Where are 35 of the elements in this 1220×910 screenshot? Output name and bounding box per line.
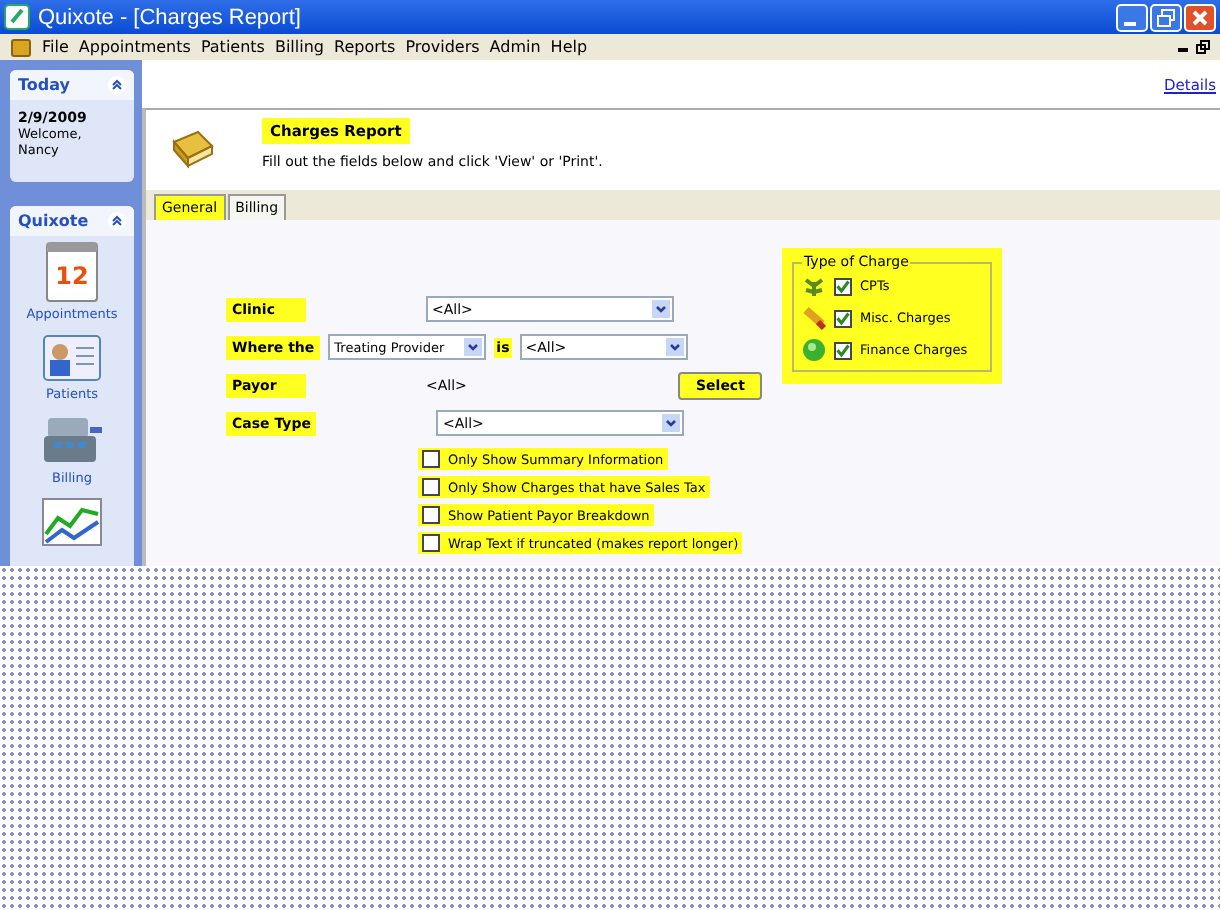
close-icon[interactable] <box>1184 3 1216 31</box>
checkbox[interactable] <box>422 450 440 468</box>
checkbox[interactable] <box>422 506 440 524</box>
menu-item[interactable]: Appointments <box>78 38 191 56</box>
menu-item[interactable]: Providers <box>405 38 480 56</box>
pencil-icon <box>802 306 826 330</box>
checkbox[interactable] <box>834 277 852 295</box>
panel-title: Quixote <box>18 212 89 230</box>
menu-item[interactable]: Patients <box>200 38 265 56</box>
menu-item[interactable]: Reports <box>334 38 396 56</box>
chevron-icon <box>464 338 483 356</box>
menu-item[interactable]: File <box>42 38 69 56</box>
checkbox[interactable] <box>834 341 852 359</box>
minimize-icon[interactable] <box>1116 3 1148 31</box>
menu-item[interactable]: Admin <box>489 38 541 56</box>
id-card-icon[interactable] <box>42 334 102 382</box>
cash-register-icon[interactable] <box>42 414 102 466</box>
menu-item[interactable]: Billing <box>274 38 324 56</box>
line-chart-icon[interactable] <box>42 498 102 546</box>
plant-icon <box>802 274 826 298</box>
chevron-icon <box>662 414 681 432</box>
chevron-icon <box>652 300 670 318</box>
collapse-icon[interactable] <box>108 76 126 94</box>
checkbox[interactable] <box>834 309 852 327</box>
app-icon <box>4 4 30 30</box>
menu-item[interactable]: Help <box>550 38 588 56</box>
chevron-icon <box>665 338 684 356</box>
window-title: Quixote - [Charges Report] <box>38 5 301 29</box>
panel-title: Today <box>18 76 70 94</box>
ball-icon <box>802 338 826 362</box>
checkbox[interactable] <box>422 534 440 552</box>
collapse-icon[interactable] <box>108 212 126 230</box>
checkbox[interactable] <box>422 478 440 496</box>
calendar-icon[interactable]: 12 <box>46 242 98 302</box>
restore-icon[interactable] <box>1196 40 1210 54</box>
